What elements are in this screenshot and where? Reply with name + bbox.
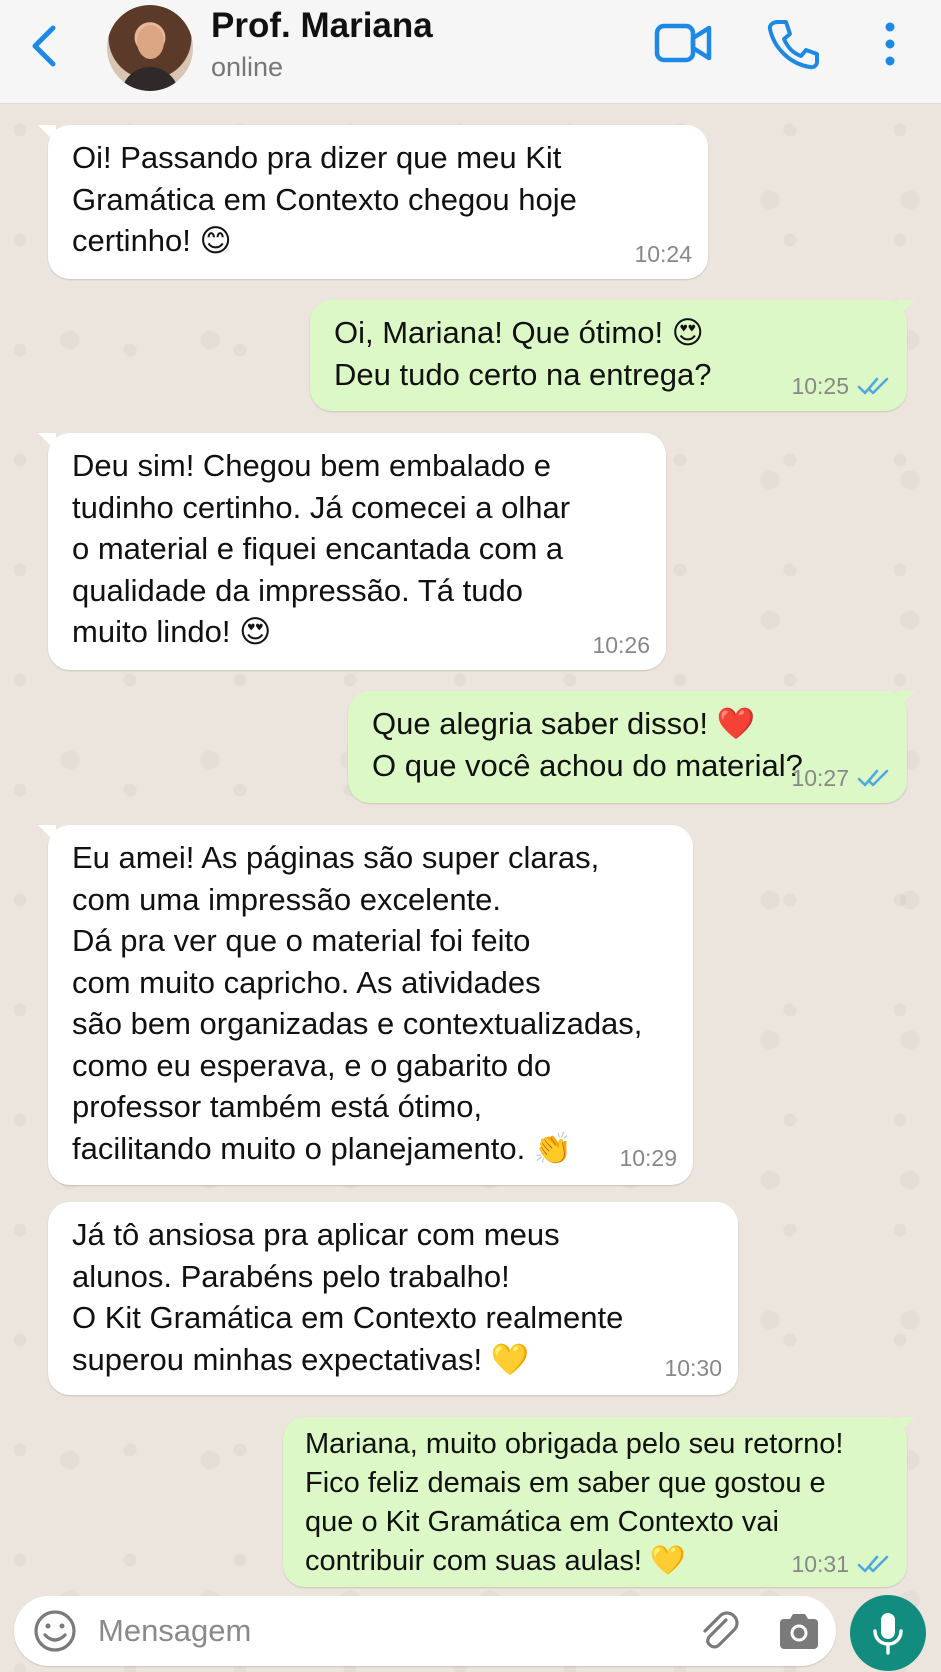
message-time: 10:30 [664, 1355, 722, 1381]
message-bubble-incoming[interactable]: Oi! Passando pra dizer que meu Kit Gramá… [48, 125, 708, 279]
camera-button[interactable] [776, 1609, 822, 1653]
video-call-icon [654, 23, 712, 63]
message-time: 10:25 [791, 373, 849, 399]
message-bubble-incoming[interactable]: Eu amei! As páginas são super claras, co… [48, 825, 693, 1185]
camera-icon [780, 1614, 818, 1649]
message-time: 10:27 [791, 765, 849, 791]
contact-status: online [211, 52, 284, 82]
message-bubble-outgoing[interactable]: Mariana, muito obrigada pelo seu retorno… [283, 1417, 907, 1587]
back-chevron-icon [32, 25, 56, 67]
avatar-face [137, 25, 164, 59]
emoji-icon [34, 1610, 76, 1652]
message-input[interactable] [98, 1604, 598, 1658]
message-time: 10:24 [634, 241, 692, 267]
paperclip-icon [703, 1611, 739, 1649]
more-vertical-icon [885, 22, 895, 66]
emoji-button[interactable] [32, 1608, 78, 1654]
back-button[interactable] [24, 22, 64, 70]
message-bubble-incoming[interactable]: Deu sim! Chegou bem embalado e tudinho c… [48, 433, 666, 670]
message-bubble-outgoing[interactable]: Oi, Mariana! Que ótimo! 😍 Deu tudo certo… [310, 300, 907, 411]
message-time: 10:29 [619, 1145, 677, 1171]
chat-header: Prof. Mariana online [0, 0, 941, 104]
message-composer [14, 1596, 836, 1666]
avatar[interactable] [107, 5, 193, 91]
message-text: Mariana, muito obrigada pelo seu retorno… [305, 1428, 844, 1577]
message-text: Oi, Mariana! Que ótimo! 😍 Deu tudo certo… [334, 315, 712, 392]
message-text: Eu amei! As páginas são super claras, co… [72, 840, 643, 1166]
phone-call-icon [767, 20, 819, 70]
read-ticks-icon [857, 1555, 889, 1573]
message-bubble-incoming[interactable]: Já tô ansiosa pra aplicar com meus aluno… [48, 1202, 738, 1395]
chat-screen: Prof. Mariana online Oi! Passando pra di… [0, 0, 941, 1672]
read-ticks-icon [857, 769, 889, 787]
message-bubble-outgoing[interactable]: Que alegria saber disso! ❤️ O que você a… [348, 691, 907, 803]
message-text: Deu sim! Chegou bem embalado e tudinho c… [72, 448, 571, 649]
message-text: Oi! Passando pra dizer que meu Kit Gramá… [72, 140, 577, 258]
message-text: Que alegria saber disso! ❤️ O que você a… [372, 706, 803, 783]
voice-record-button[interactable] [850, 1595, 926, 1671]
more-options-button[interactable] [877, 20, 903, 68]
read-ticks-icon [857, 377, 889, 395]
contact-name[interactable]: Prof. Mariana [211, 6, 433, 46]
microphone-icon [873, 1613, 903, 1655]
voice-call-button[interactable] [766, 18, 820, 70]
attach-button[interactable] [696, 1608, 742, 1654]
message-text: Já tô ansiosa pra aplicar com meus aluno… [72, 1217, 624, 1377]
avatar-shirt [121, 67, 179, 91]
message-time: 10:26 [592, 632, 650, 658]
message-time: 10:31 [791, 1551, 849, 1577]
video-call-button[interactable] [654, 20, 712, 66]
